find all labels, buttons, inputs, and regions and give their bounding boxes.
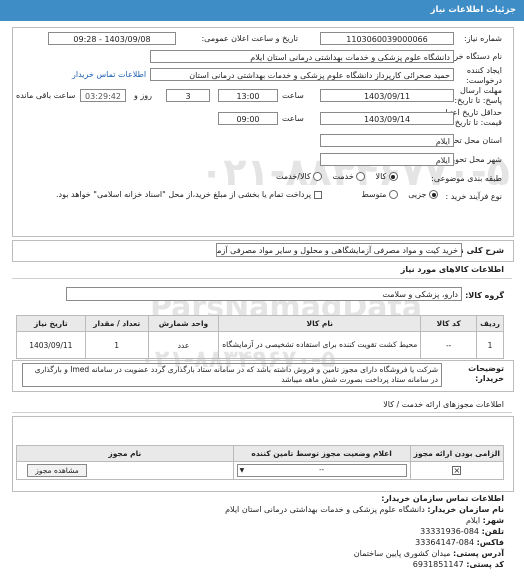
process-minor-radio[interactable] [429, 190, 438, 199]
goods-cell-name: محیط کشت تقویت کننده برای استفاده تشخیصی… [218, 331, 422, 359]
validity-date-field[interactable]: 1403/09/14 [320, 112, 454, 125]
contact-fax: فاکس: 084-33364147 [415, 538, 504, 547]
contact-city-label: شهر: [482, 516, 504, 525]
category-goods-label: کالا [375, 172, 387, 181]
deadline-time-field[interactable]: 13:00 [218, 89, 278, 102]
permit-status-value: -- [319, 466, 325, 474]
contact-city: شهر: ایلام [466, 516, 504, 525]
goods-group-label: گروه کالا: [465, 291, 504, 300]
permits-col-required: الزامی بودن ارائه مجوز [409, 445, 505, 462]
goods-col-row: ردیف [476, 315, 504, 332]
page: جزئیات اطلاعات نیاز ۰۲۱-۸۸۳۴۶۷۷۰-۵ ParsN… [0, 0, 524, 576]
window-title: جزئیات اطلاعات نیاز [430, 5, 516, 15]
payment-note: پرداخت تمام یا بخشی از مبلغ خرید،از محل … [56, 190, 312, 199]
notes-label: توضیحات خریدار: [468, 364, 504, 383]
remaining-days-field[interactable]: 3 [166, 89, 210, 102]
permit-status-select[interactable]: -- ▼ [236, 464, 407, 477]
city-field[interactable]: ایلام [320, 153, 454, 166]
goods-col-qty: تعداد / مقدار [84, 315, 149, 332]
goods-table: ردیف کد کالا نام کالا واحد شمارش تعداد /… [16, 315, 504, 359]
goods-col-name: نام کالا [218, 315, 422, 332]
notes-text: شرکت یا فروشگاه دارای مجوز تامین و فروش … [22, 363, 442, 387]
permits-name-cell: مشاهده مجوز [16, 461, 234, 480]
permits-required-cell: × [409, 461, 505, 480]
process-medium-label: متوسط [361, 190, 387, 199]
permits-status-cell: -- ▼ [232, 461, 411, 480]
contact-phone-value: 084-33331936 [420, 527, 480, 536]
permits-table-header: الزامی بودن ارائه مجوز اعلام وضعیت مجوز … [16, 445, 505, 462]
remaining-label: ساعت باقی مانده [16, 91, 76, 100]
process-label: نوع فرآیند خرید : [445, 192, 502, 201]
province-field[interactable]: ایلام [320, 134, 454, 147]
view-permit-button[interactable]: مشاهده مجوز [27, 464, 87, 477]
window-titlebar: جزئیات اطلاعات نیاز [0, 0, 524, 21]
divider [12, 278, 512, 279]
remaining-time-field[interactable]: 03:29:42 [80, 89, 126, 102]
chevron-down-icon: ▼ [239, 467, 245, 474]
contact-address-label: آدرس پستی: [453, 549, 504, 558]
category-radio-group: کالا خدمت کالا/خدمت [276, 172, 398, 181]
announce-label: تاریخ و ساعت اعلان عمومی: [201, 34, 298, 43]
goods-table-header: ردیف کد کالا نام کالا واحد شمارش تعداد /… [16, 315, 504, 332]
contact-postal: کد پستی: 6931851147 [413, 560, 504, 569]
description-field[interactable]: خرید کیت و مواد مصرفی آزمایشگاهی و محلول… [216, 243, 462, 257]
contact-city-value: ایلام [465, 516, 481, 525]
category-goods-service-radio[interactable] [313, 172, 323, 181]
buyer-field[interactable]: دانشگاه علوم پزشکی و خدمات بهداشتی درمان… [150, 50, 454, 63]
table-row[interactable]: × -- ▼ مشاهده مجوز [16, 461, 505, 480]
need-number-field[interactable]: 1103060039000066 [320, 32, 454, 45]
contact-fax-value: 084-33364147 [415, 538, 475, 547]
day-and-label: روز و [134, 91, 152, 100]
category-service-radio[interactable] [356, 172, 366, 181]
contact-org-label: نام سازمان خریدار: [427, 505, 504, 514]
divider [12, 412, 512, 413]
category-label: طبقه بندی موضوعی: [431, 174, 502, 183]
goods-cell-code: -- [420, 331, 478, 359]
requester-field[interactable]: حمید صحرائی کارپرداز دانشگاه علوم پزشکی … [150, 68, 454, 81]
permits-table: الزامی بودن ارائه مجوز اعلام وضعیت مجوز … [16, 445, 505, 480]
announce-field[interactable]: 1403/09/08 - 09:28 [48, 32, 176, 45]
process-radio-group: جزیی متوسط [361, 190, 438, 199]
process-minor-label: جزیی [408, 190, 427, 199]
permit-required-checkbox: × [452, 466, 462, 476]
permits-title: اطلاعات مجوزهای ارائه خدمت / کالا [383, 400, 504, 409]
need-number-label: شماره نیاز: [464, 34, 502, 43]
deadline-hour-label: ساعت [282, 91, 304, 100]
goods-cell-unit: عدد [147, 331, 220, 359]
payment-checkbox[interactable] [313, 190, 322, 199]
permits-col-status: اعلام وضعیت مجوز توسط تامین کننده [232, 445, 411, 462]
table-row[interactable]: 1 -- محیط کشت تقویت کننده برای استفاده ت… [16, 331, 504, 359]
payment-option: پرداخت تمام یا بخشی از مبلغ خرید،از محل … [56, 190, 322, 199]
category-service-label: خدمت [332, 172, 354, 181]
contact-phone: تلفن: 084-33331936 [420, 527, 504, 536]
contact-address-value: میدان کشوری پایین ساختمان [353, 549, 451, 558]
goods-col-unit: واحد شمارش [147, 315, 220, 332]
validity-hour-label: ساعت [282, 114, 304, 123]
goods-col-date: تاریخ نیاز [16, 315, 86, 332]
goods-cell-qty: 1 [84, 331, 149, 359]
permits-col-name: نام مجوز [16, 445, 234, 462]
category-goods-radio[interactable] [388, 172, 398, 181]
contact-org: نام سازمان خریدار: دانشگاه علوم پزشکی و … [225, 505, 504, 514]
contact-address: آدرس پستی: میدان کشوری پایین ساختمان [354, 549, 504, 558]
process-medium-radio[interactable] [389, 190, 399, 199]
goods-section-title: اطلاعات کالاهای مورد نیاز [400, 265, 504, 274]
goods-cell-date: 1403/09/11 [16, 331, 86, 359]
contact-title: اطلاعات تماس سازمان خریدار: [381, 494, 504, 503]
goods-col-code: کد کالا [420, 315, 478, 332]
contact-fax-label: فاکس: [476, 538, 504, 547]
validity-time-field[interactable]: 09:00 [218, 112, 278, 125]
contact-postal-label: کد پستی: [466, 560, 504, 569]
goods-cell-row: 1 [476, 331, 504, 359]
contact-postal-value: 6931851147 [412, 560, 464, 569]
deadline-date-field[interactable]: 1403/09/11 [320, 89, 454, 102]
contact-phone-label: تلفن: [481, 527, 504, 536]
contact-org-value: دانشگاه علوم پزشکی و خدمات بهداشتی درمان… [225, 505, 425, 514]
category-goods-service-label: کالا/خدمت [276, 172, 311, 181]
goods-group-field[interactable]: دارو، پزشکی و سلامت [66, 287, 462, 301]
contact-buyer-link[interactable]: اطلاعات تماس خریدار [72, 70, 146, 79]
